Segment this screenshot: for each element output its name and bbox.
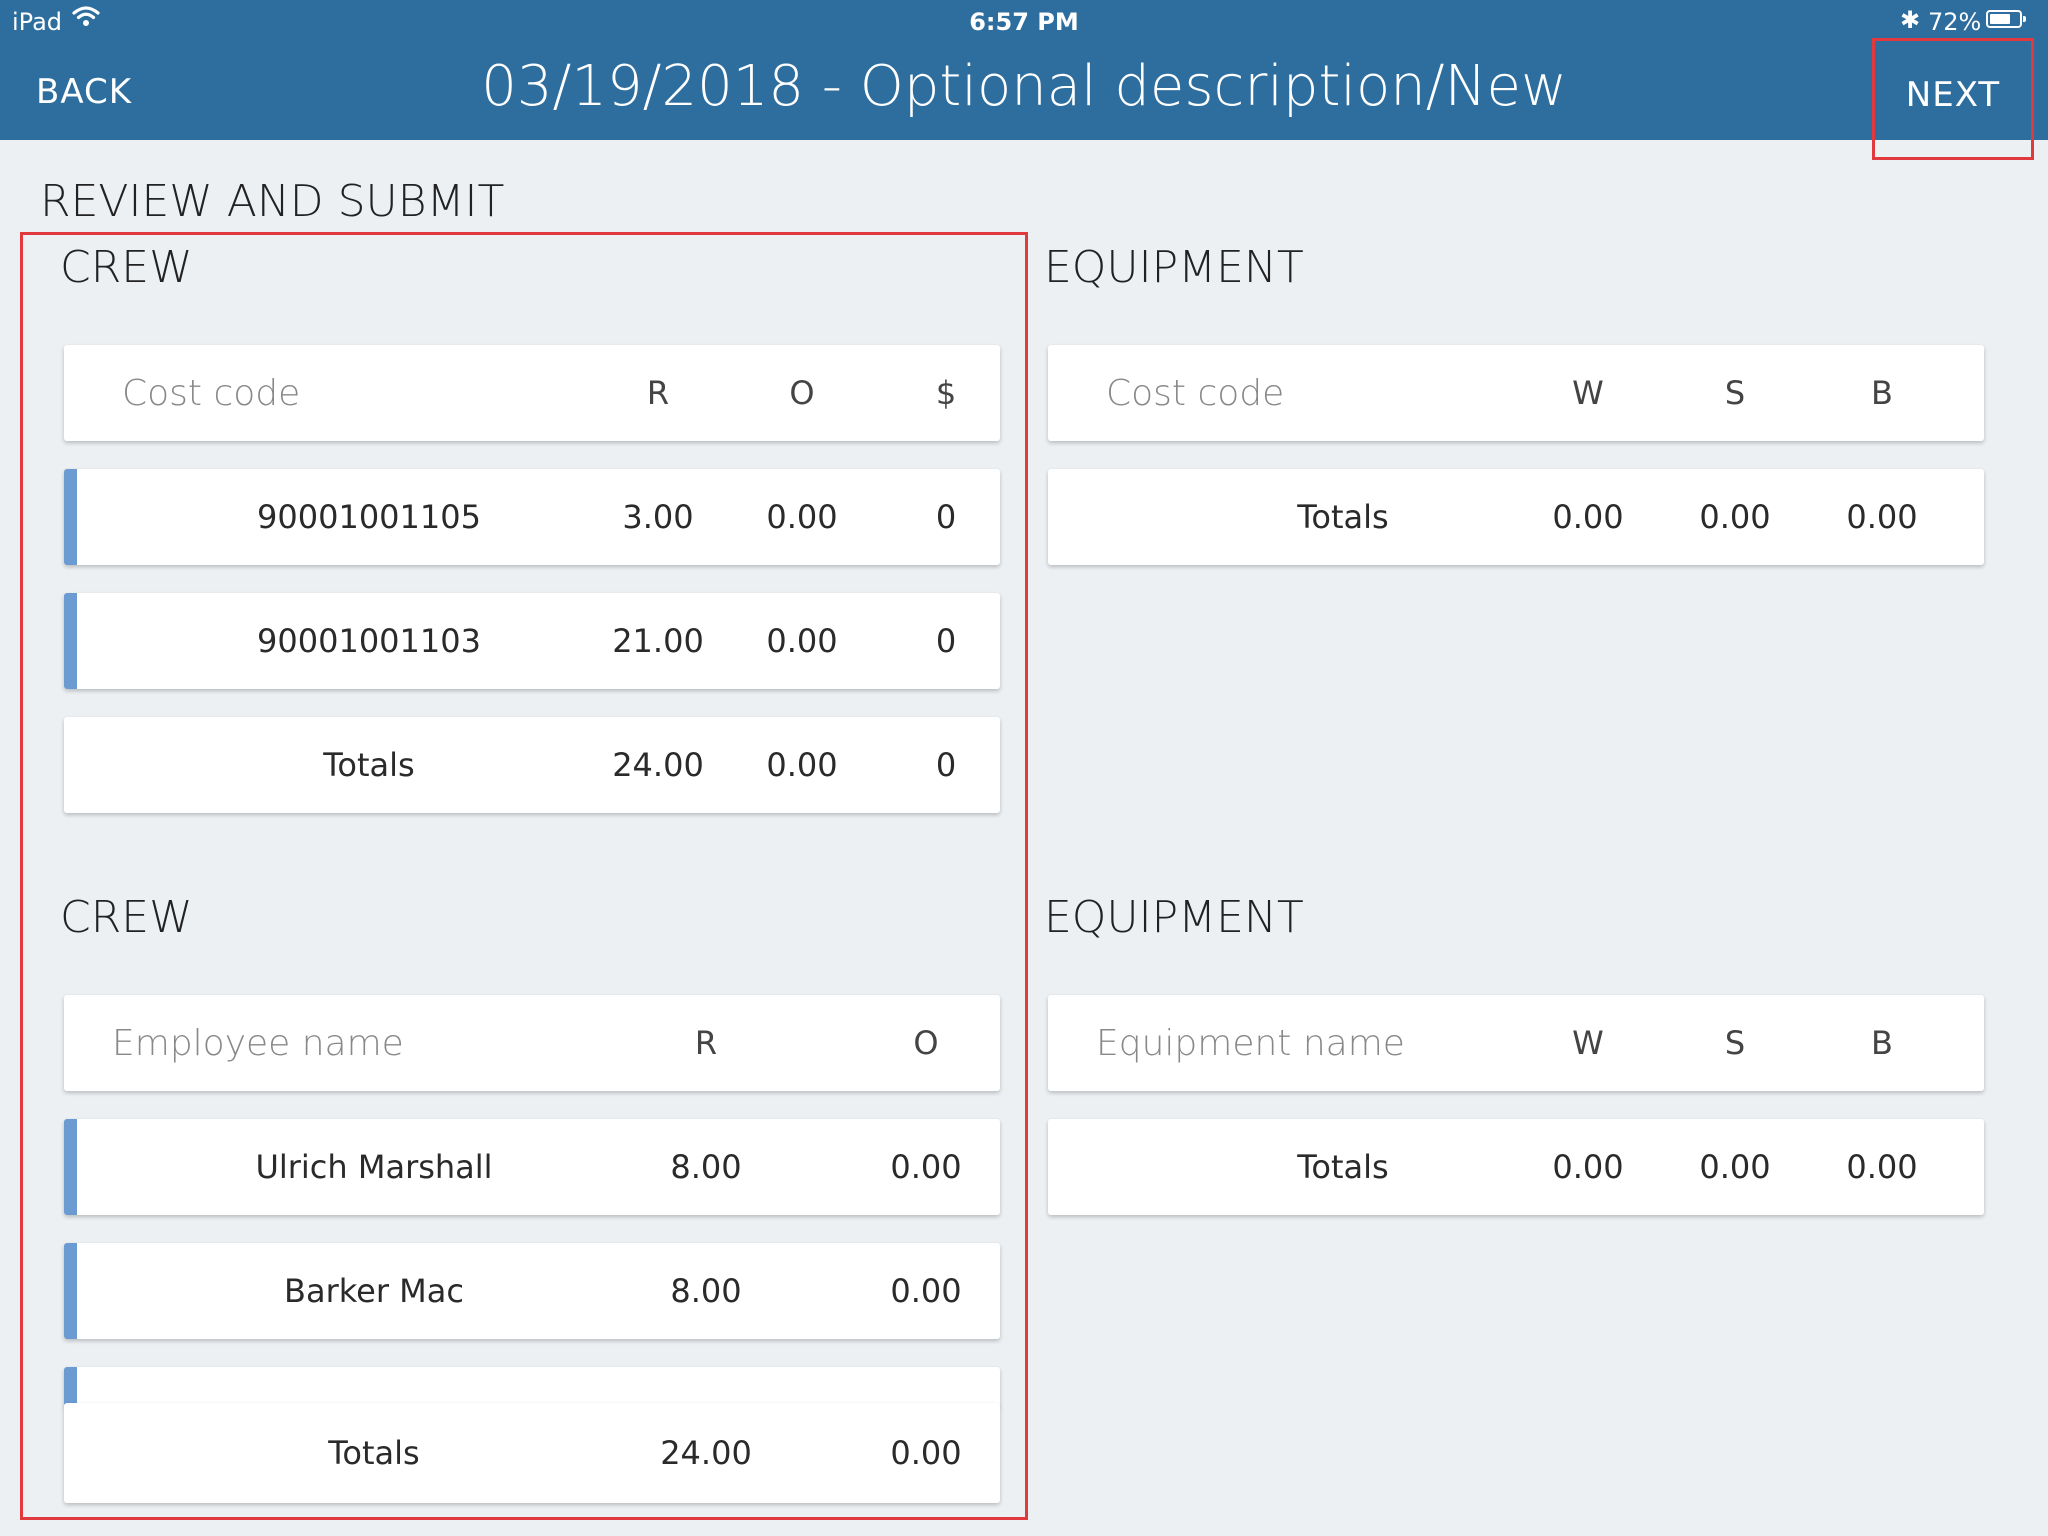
col-r: R	[646, 374, 670, 412]
battery-percent: 72%	[1928, 8, 1982, 36]
bluetooth-icon: ✱	[1900, 6, 1921, 34]
b-total: 0.00	[1846, 1148, 1918, 1186]
r-total: 24.00	[660, 1434, 752, 1472]
o-value: 0.00	[766, 622, 838, 660]
page-title: REVIEW AND SUBMIT	[40, 176, 505, 227]
totals-row: Totals 0.00 0.00 0.00	[1048, 1119, 1984, 1215]
totals-label: Totals	[1297, 1148, 1389, 1186]
totals-label: Totals	[323, 746, 415, 784]
col-cost-code: Cost code	[1106, 372, 1285, 414]
next-button-label: NEXT	[1905, 75, 2001, 115]
o-total: 0.00	[890, 1434, 962, 1472]
dollar-total: 0	[935, 746, 957, 784]
w-total: 0.00	[1552, 498, 1624, 536]
col-employee-name: Employee name	[112, 1022, 404, 1064]
equipment-cost-title: EQUIPMENT	[1044, 242, 1304, 293]
col-w: W	[1572, 374, 1604, 412]
status-time: 6:57 PM	[969, 8, 1079, 36]
col-s: S	[1724, 374, 1746, 412]
battery-level	[1990, 14, 2011, 24]
r-value: 21.00	[612, 622, 704, 660]
battery-icon	[1986, 10, 2026, 28]
table-row[interactable]: Barker Mac 8.00 0.00	[64, 1243, 1000, 1339]
employee-name: Barker Mac	[284, 1272, 464, 1310]
w-total: 0.00	[1552, 1148, 1624, 1186]
crew-employees-header: Employee name R O	[64, 995, 1000, 1091]
s-total: 0.00	[1699, 1148, 1771, 1186]
dollar-value: 0	[935, 498, 957, 536]
top-bar: iPad 6:57 PM ✱ 72% BACK 03/19/2018 - Opt…	[0, 0, 2048, 160]
r-value: 3.00	[622, 498, 694, 536]
col-w: W	[1572, 1024, 1604, 1062]
r-value: 8.00	[670, 1272, 742, 1310]
totals-label: Totals	[328, 1434, 420, 1472]
equipment-names-title: EQUIPMENT	[1044, 892, 1304, 943]
col-b: B	[1871, 374, 1893, 412]
o-value: 0.00	[766, 498, 838, 536]
col-o: O	[789, 374, 815, 412]
col-dollar: $	[935, 374, 957, 412]
crew-employees-title: CREW	[60, 892, 193, 943]
crew-cost-title: CREW	[60, 242, 193, 293]
col-equipment-name: Equipment name	[1096, 1022, 1405, 1064]
table-row[interactable]: 90001001105 3.00 0.00 0	[64, 469, 1000, 565]
cost-code-value: 90001001103	[257, 622, 481, 660]
crew-cost-header: Cost code R O $	[64, 345, 1000, 441]
table-row-partial[interactable]	[64, 1367, 1000, 1407]
cost-code-value: 90001001105	[257, 498, 481, 536]
r-value: 8.00	[670, 1148, 742, 1186]
table-row[interactable]: 90001001103 21.00 0.00 0	[64, 593, 1000, 689]
col-s: S	[1724, 1024, 1746, 1062]
dollar-value: 0	[935, 622, 957, 660]
o-value: 0.00	[890, 1272, 962, 1310]
nav-title: 03/19/2018 - Optional description/New	[481, 54, 1567, 119]
totals-label: Totals	[1297, 498, 1389, 536]
table-row[interactable]: Ulrich Marshall 8.00 0.00	[64, 1119, 1000, 1215]
totals-row: Totals 24.00 0.00 0	[64, 717, 1000, 813]
employee-name: Ulrich Marshall	[255, 1148, 493, 1186]
col-b: B	[1871, 1024, 1893, 1062]
col-o: O	[913, 1024, 939, 1062]
s-total: 0.00	[1699, 498, 1771, 536]
col-r: R	[694, 1024, 718, 1062]
equipment-names-header: Equipment name W S B	[1048, 995, 1984, 1091]
totals-row: Totals 0.00 0.00 0.00	[1048, 469, 1984, 565]
b-total: 0.00	[1846, 498, 1918, 536]
r-total: 24.00	[612, 746, 704, 784]
totals-row: Totals 24.00 0.00	[64, 1403, 1000, 1503]
col-cost-code: Cost code	[122, 372, 301, 414]
o-value: 0.00	[890, 1148, 962, 1186]
o-total: 0.00	[766, 746, 838, 784]
next-button[interactable]: NEXT	[1872, 38, 2034, 160]
equipment-cost-header: Cost code W S B	[1048, 345, 1984, 441]
